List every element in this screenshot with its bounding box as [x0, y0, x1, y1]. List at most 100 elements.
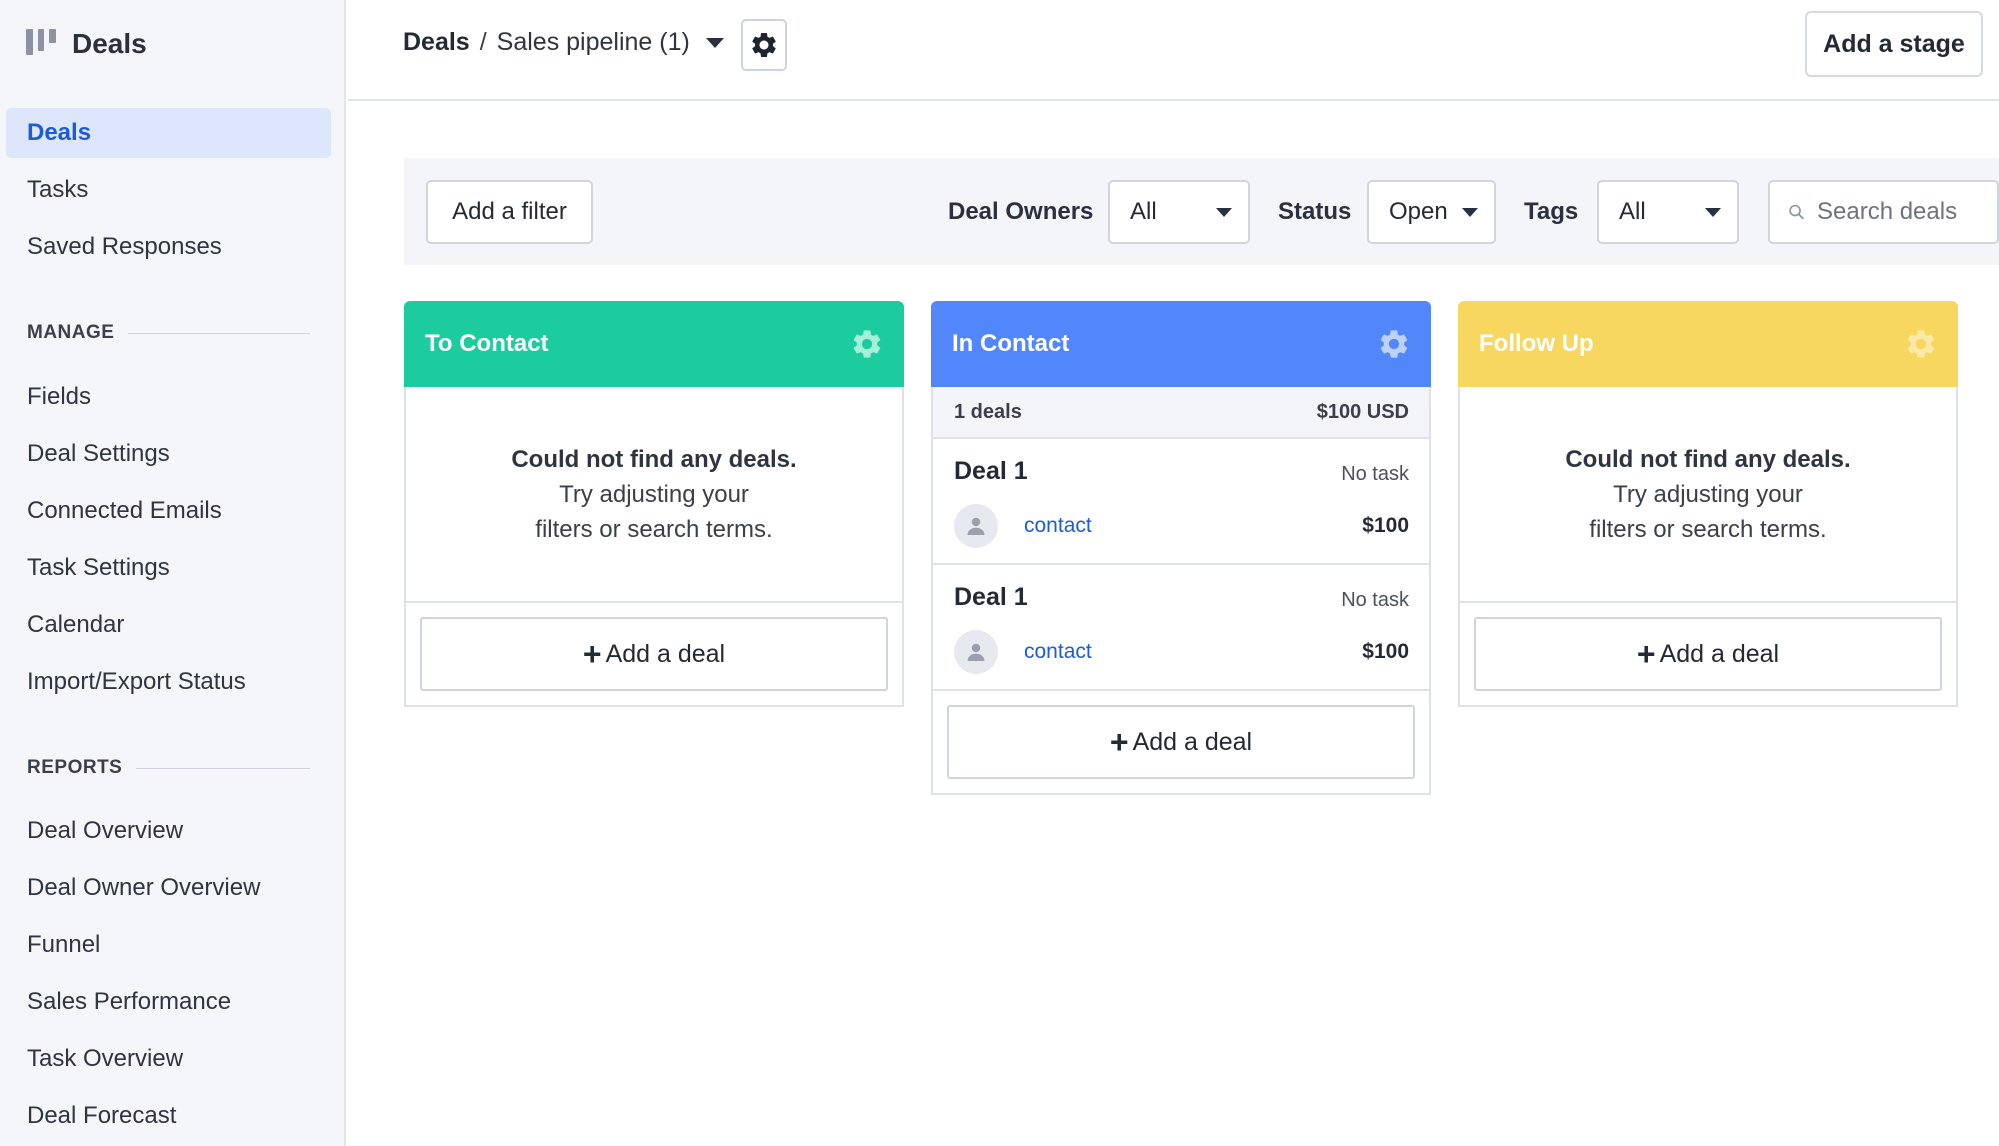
sidebar-item-label: Deal Settings	[27, 440, 170, 467]
stage-summary: 1 deals $100 USD	[933, 387, 1429, 439]
sidebar-item-saved-responses[interactable]: Saved Responses	[6, 222, 331, 272]
deal-card[interactable]: Deal 1 No task contact $100	[933, 565, 1429, 691]
gear-icon[interactable]	[1904, 327, 1938, 361]
sidebar-item-label: Calendar	[27, 611, 125, 638]
add-deal-label: Add a deal	[605, 639, 726, 668]
sidebar-item-calendar[interactable]: Calendar	[6, 600, 331, 650]
sidebar-item-label: Deal Forecast	[27, 1102, 177, 1129]
stage-column-to-contact: To Contact Could not find any deals. Try…	[404, 301, 904, 707]
sidebar-item-label: Funnel	[27, 931, 101, 958]
contact-link[interactable]: contact	[1024, 514, 1092, 538]
avatar	[954, 504, 998, 548]
sidebar-item-label: Deal Owner Overview	[27, 874, 261, 901]
gear-icon[interactable]	[1377, 327, 1411, 361]
sidebar-item-tasks[interactable]: Tasks	[6, 165, 331, 215]
empty-state: Could not find any deals. Try adjusting …	[1460, 387, 1956, 601]
sidebar-item-deals[interactable]: Deals	[6, 108, 331, 158]
sidebar-item-label: Saved Responses	[27, 233, 222, 260]
gear-icon	[752, 32, 776, 57]
filter-bar: Add a filter Deal Owners All Status Open…	[404, 158, 1999, 265]
stage-title: To Contact	[425, 330, 549, 357]
stage-total: $100 USD	[1316, 400, 1409, 423]
sidebar-item-task-settings[interactable]: Task Settings	[6, 543, 331, 593]
add-stage-button[interactable]: Add a stage	[1805, 11, 1983, 77]
sidebar-item-label: Deals	[27, 119, 92, 146]
sidebar-item-deal-owner-overview[interactable]: Deal Owner Overview	[6, 863, 331, 913]
sidebar-item-task-overview[interactable]: Task Overview	[6, 1034, 331, 1084]
empty-line: Try adjusting your	[559, 480, 749, 508]
caret-down-icon	[1216, 208, 1232, 217]
add-deal-label: Add a deal	[1132, 727, 1253, 756]
stage-column-in-contact: In Contact 1 deals $100 USD Deal 1 No ta…	[931, 301, 1431, 795]
contact-link[interactable]: contact	[1024, 640, 1092, 664]
sidebar-item-label: Task Settings	[27, 554, 170, 581]
deal-task-status: No task	[1341, 589, 1409, 611]
add-deal-button[interactable]: + Add a deal	[420, 617, 888, 691]
deal-card[interactable]: Deal 1 No task contact $100	[933, 439, 1429, 565]
sidebar-item-fields[interactable]: Fields	[6, 372, 331, 422]
stage-column-follow-up: Follow Up Could not find any deals. Try …	[1458, 301, 1958, 707]
stage-body: Could not find any deals. Try adjusting …	[1458, 387, 1958, 707]
tags-select[interactable]: All	[1597, 180, 1739, 244]
divider	[128, 332, 310, 334]
stage-header: To Contact	[404, 301, 904, 387]
sidebar-item-label: Tasks	[27, 176, 89, 203]
reports-heading-text: REPORTS	[27, 757, 123, 778]
deal-count: 1 deals	[954, 400, 1022, 423]
breadcrumb: Deals / Sales pipeline (1)	[403, 28, 724, 57]
add-filter-button[interactable]: Add a filter	[426, 180, 593, 244]
stage-header: Follow Up	[1458, 301, 1958, 387]
sidebar-item-import-export-status[interactable]: Import/Export Status	[6, 657, 331, 707]
sidebar-item-sales-performance[interactable]: Sales Performance	[6, 977, 331, 1027]
deal-owners-select[interactable]: All	[1108, 180, 1250, 244]
plus-icon: +	[582, 636, 602, 672]
search-input[interactable]	[1817, 198, 1997, 226]
caret-down-icon[interactable]	[705, 37, 724, 48]
search-icon	[1789, 204, 1804, 220]
deal-owners-value: All	[1130, 198, 1157, 225]
sidebar-item-funnel[interactable]: Funnel	[6, 920, 331, 970]
status-select[interactable]: Open	[1367, 180, 1496, 244]
manage-heading-text: MANAGE	[27, 322, 115, 343]
reports-heading: REPORTS	[27, 757, 310, 779]
search-field[interactable]	[1768, 180, 1999, 244]
sidebar-item-label: Connected Emails	[27, 497, 222, 524]
stage-title: Follow Up	[1479, 330, 1594, 357]
caret-down-icon	[1462, 208, 1478, 217]
manage-heading: MANAGE	[27, 322, 310, 344]
tags-label: Tags	[1524, 198, 1579, 225]
status-value: Open	[1389, 198, 1448, 225]
sidebar-item-deal-overview[interactable]: Deal Overview	[6, 806, 331, 856]
deal-details: contact $100	[954, 629, 1409, 675]
sidebar-item-deal-settings[interactable]: Deal Settings	[6, 429, 331, 479]
gear-icon[interactable]	[850, 327, 884, 361]
sidebar-item-deal-forecast[interactable]: Deal Forecast	[6, 1091, 331, 1141]
plus-icon: +	[1636, 636, 1656, 672]
person-icon	[967, 517, 985, 535]
deal-task-status: No task	[1341, 463, 1409, 485]
stage-body: 1 deals $100 USD Deal 1 No task contact …	[931, 387, 1431, 795]
app-title: Deals	[72, 28, 147, 59]
empty-line: Try adjusting your	[1613, 480, 1803, 508]
add-deal-button[interactable]: + Add a deal	[947, 705, 1415, 779]
add-deal-button[interactable]: + Add a deal	[1474, 617, 1942, 691]
sidebar-item-label: Deal Overview	[27, 817, 184, 844]
plus-icon: +	[1109, 724, 1129, 760]
empty-state: Could not find any deals. Try adjusting …	[406, 387, 902, 601]
pipeline-settings-button[interactable]	[741, 19, 787, 71]
empty-line: filters or search terms.	[1589, 515, 1827, 543]
breadcrumb-root[interactable]: Deals	[403, 28, 470, 57]
top-bar: Deals / Sales pipeline (1) Add a stage	[348, 0, 1999, 101]
stage-title: In Contact	[952, 330, 1070, 357]
empty-title: Could not find any deals.	[511, 445, 797, 473]
sidebar-item-connected-emails[interactable]: Connected Emails	[6, 486, 331, 536]
sidebar-item-label: Import/Export Status	[27, 668, 246, 695]
kanban-icon	[26, 29, 57, 59]
app-brand: Deals	[26, 26, 147, 62]
deal-amount: $100	[1362, 640, 1409, 663]
pipeline-selector[interactable]: Sales pipeline (1)	[497, 28, 690, 57]
tags-value: All	[1619, 198, 1646, 225]
status-label: Status	[1278, 198, 1352, 225]
sidebar-item-label: Task Overview	[27, 1045, 184, 1072]
sidebar: Deals Deals Tasks Saved Responses MANAGE…	[0, 0, 346, 1146]
